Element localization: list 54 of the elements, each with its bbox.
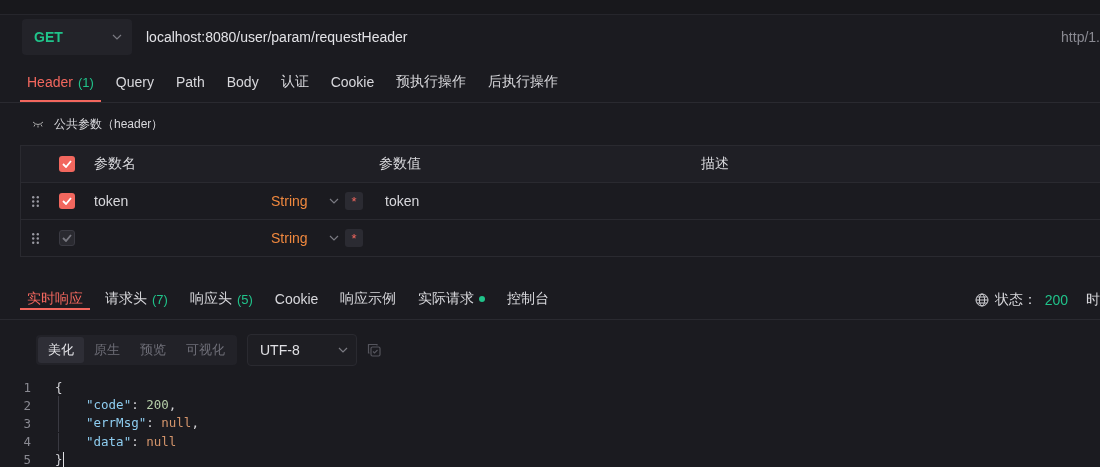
required-toggle[interactable]: *	[345, 192, 363, 210]
protocol-label: http/1.	[1061, 29, 1100, 45]
chevron-down-icon	[112, 34, 122, 40]
line-number: 1	[22, 379, 32, 395]
line-number: 3	[22, 415, 32, 431]
code-line: }	[55, 452, 63, 467]
response-tab[interactable]: 响应头 (5)	[182, 290, 260, 310]
checkbox[interactable]	[59, 156, 75, 172]
request-tab[interactable]: Path	[168, 64, 212, 102]
drag-handle-icon[interactable]	[31, 232, 39, 244]
request-tab[interactable]: 认证	[273, 64, 316, 102]
code-line: "code": 200,	[58, 396, 177, 415]
url-field[interactable]: localhost:8080/user/param/requestHeader	[146, 29, 1062, 45]
status-label: 状态：	[994, 291, 1037, 309]
request-tab[interactable]: Cookie	[323, 64, 382, 102]
code-line: {	[55, 379, 63, 395]
section-title: 公共参数（header）	[54, 115, 164, 133]
chevron-down-icon	[338, 347, 348, 353]
closed-eye-icon[interactable]	[32, 120, 44, 128]
request-tab[interactable]: 后执行操作	[481, 64, 566, 102]
code-line: "data": null	[58, 432, 177, 451]
request-tab[interactable]: 预执行操作	[389, 64, 474, 102]
status-code: 200	[1044, 292, 1068, 308]
response-tab[interactable]: 请求头 (7)	[98, 290, 175, 310]
request-tab[interactable]: Header (1)	[20, 64, 101, 102]
column-header: 参数值	[379, 155, 422, 173]
response-tab[interactable]: 响应示例	[333, 290, 404, 310]
response-tab[interactable]: 实际请求	[411, 290, 493, 310]
type-select[interactable]: String	[271, 193, 329, 209]
request-tab[interactable]: Query	[108, 64, 161, 102]
line-number: 5	[22, 452, 32, 467]
response-tab[interactable]: Cookie	[267, 291, 326, 309]
response-tab[interactable]: 实时响应	[20, 290, 90, 310]
chevron-down-icon	[329, 235, 339, 241]
request-tab[interactable]: Body	[219, 64, 266, 102]
checkbox[interactable]	[59, 193, 75, 209]
check-icon	[62, 197, 72, 205]
view-mode-option[interactable]: 美化	[38, 337, 84, 363]
line-number: 4	[22, 434, 32, 450]
chevron-down-icon	[329, 198, 339, 204]
check-icon	[62, 160, 72, 168]
method-select[interactable]: GET	[22, 19, 132, 55]
time-label: 时	[1086, 291, 1100, 309]
code-line: "errMsg": null,	[58, 414, 199, 433]
param-name[interactable]: token	[94, 193, 129, 209]
globe-icon[interactable]	[974, 293, 989, 307]
encoding-select[interactable]: UTF-8	[247, 334, 357, 366]
response-tab[interactable]: 控制台	[500, 290, 557, 310]
param-value[interactable]: token	[385, 193, 420, 209]
drag-handle-icon[interactable]	[31, 195, 39, 207]
line-number: 2	[22, 397, 32, 413]
column-header: 描述	[700, 155, 730, 173]
column-header: 参数名	[94, 155, 137, 173]
check-icon	[62, 234, 72, 242]
